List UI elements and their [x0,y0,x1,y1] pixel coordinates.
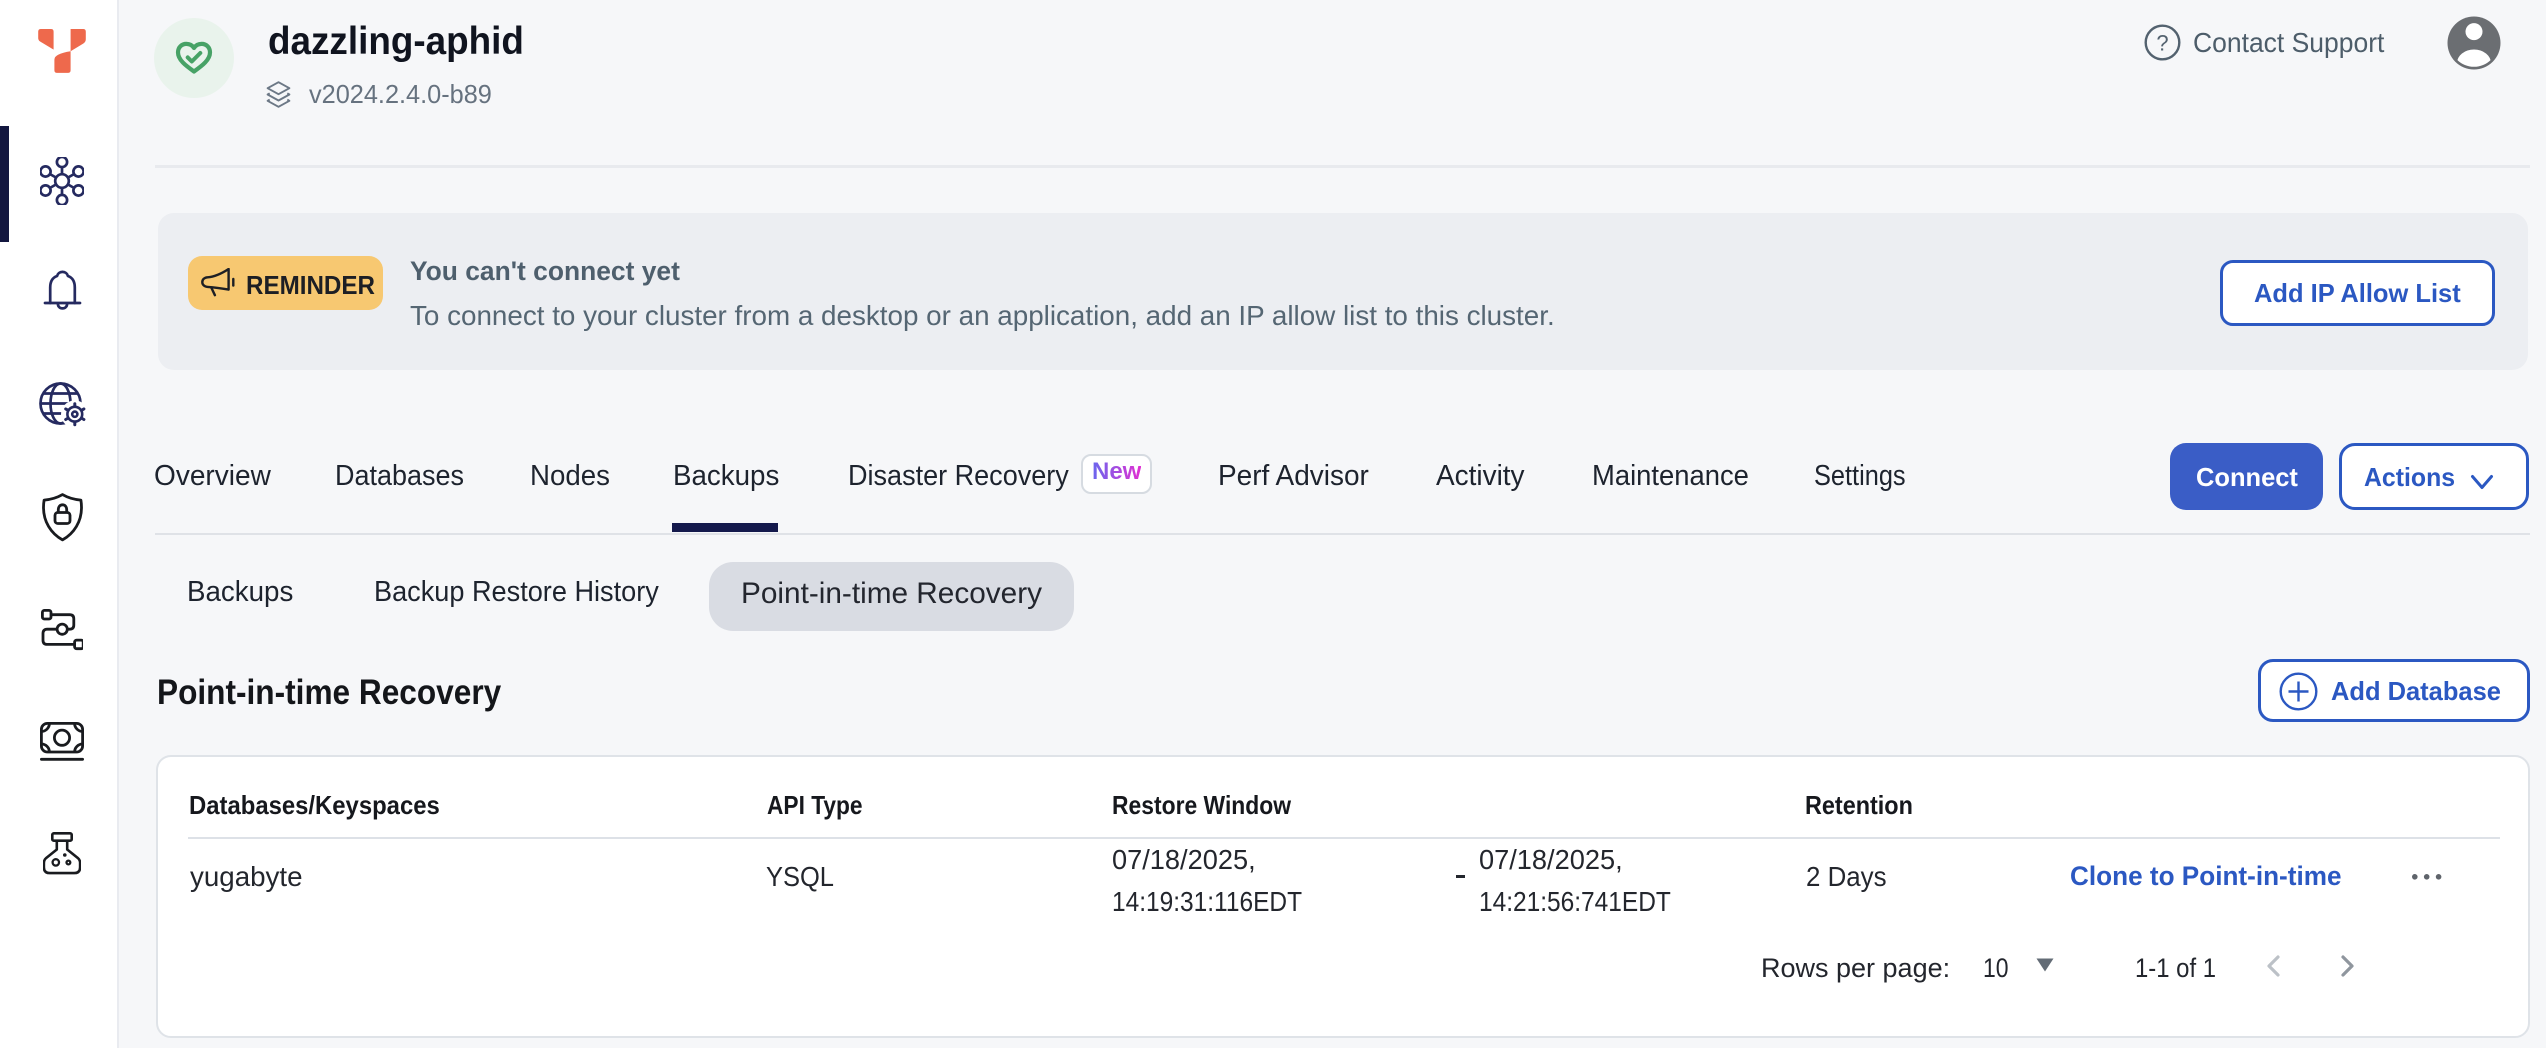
svg-text:?: ? [2156,31,2168,56]
